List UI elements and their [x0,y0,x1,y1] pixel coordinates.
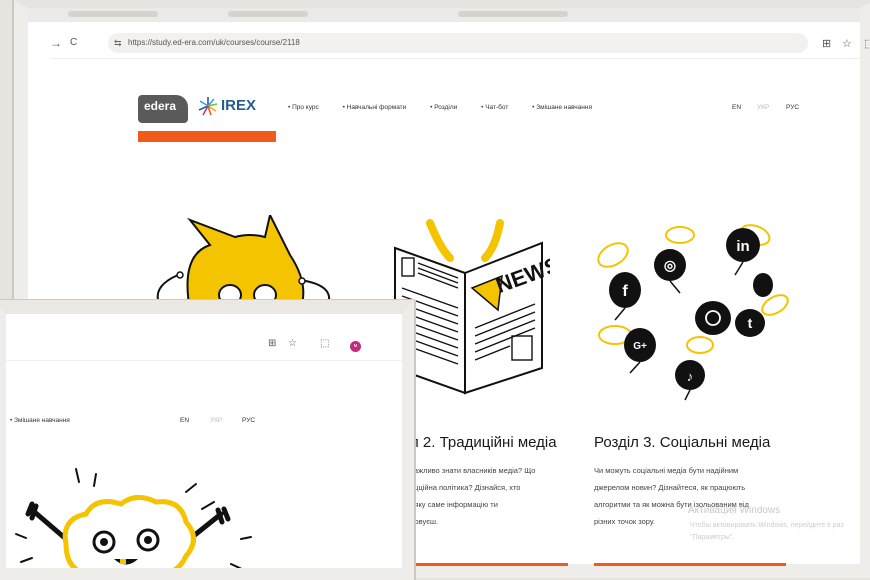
card-desc-line: ляку саме інформацію ти [410,500,498,509]
card-desc-line: Чи можуть соціальні медіа бути надійним [594,466,739,475]
windows-activation-line: "Параметры". [690,534,735,541]
lang-ukr[interactable]: УКР [757,104,769,111]
card-desc-traditional-media: важливо знати власників медіа? Що ацційн… [410,462,580,530]
edera-logo[interactable]: edera [138,95,188,123]
extensions-icon[interactable]: ⬚ [864,37,870,50]
nav-item-blended[interactable]: • Змішане навчання [10,417,70,424]
lang-en[interactable]: EN [732,104,741,111]
tiktok-icon: ♪ [687,369,694,384]
facebook-icon: f [622,283,628,300]
nav-item-chatbot[interactable]: Чат-бот [481,104,508,111]
lang-rus[interactable]: РУС [786,104,799,111]
windows-activation-text: Чтобы активировать Windows, перейдите в … [690,520,844,544]
card-desc-line: ловуєш. [410,517,439,526]
bookmark-star-icon[interactable]: ☆ [288,338,297,349]
windows-activation-line: Чтобы активировать Windows, перейдите в … [690,522,844,529]
nav-item-about[interactable]: Про курс [288,104,319,111]
brain-mascot-icon [15,468,252,568]
linkedin-icon: in [736,238,749,255]
bookmark-star-icon[interactable]: ☆ [842,37,852,50]
url-text: https://study.ed-era.com/uk/courses/cour… [128,38,300,47]
profile-avatar[interactable]: м [350,341,361,352]
translate-icon[interactable]: ⊞ [268,338,276,349]
irex-logo-text: IREX [221,96,257,114]
cat-mascot-icon [156,215,331,310]
translate-icon[interactable]: ⊞ [822,37,831,50]
tab-strip[interactable] [28,8,860,22]
card-button-bar[interactable] [410,563,568,566]
browser-window-front: ⊞ ☆ ⬚ м • Змішане навчання EN УКР РУС [0,300,414,580]
extensions-icon[interactable]: ⬚ [320,338,329,349]
card-button-bar[interactable] [594,563,786,566]
lang-rus[interactable]: РУС [242,417,255,424]
lang-ukr[interactable]: УКР [210,417,222,424]
card-desc-line: важливо знати власників медіа? Що [410,466,536,475]
main-nav: Про курс Навчальні формати Розділи Чат-б… [288,104,614,111]
nav-item-formats[interactable]: Навчальні формати [343,104,407,111]
social-media-bees-icon: f in G+ t ◎ ♪ [597,224,789,401]
lang-en[interactable]: EN [180,417,189,424]
forward-icon[interactable]: → [50,36,62,50]
card-desc-line: джерелом новин? Дізнайтеся, як працюють [594,483,746,492]
site-info-icon[interactable]: ⇆ [114,33,122,53]
google-plus-icon: G+ [633,341,647,352]
card-desc-line: ацційна політика? Дізнайся, хто [410,483,521,492]
newspaper-news-icon: NEWS [394,219,550,395]
tab[interactable] [228,11,308,17]
instagram-icon: ◎ [664,257,676,273]
card-title-social-media[interactable]: Розділ 3. Соціальні медіа [594,434,770,451]
nav-item-blended[interactable]: Змішане навчання [532,104,592,111]
card-title-traditional-media[interactable]: л 2. Традиційні медіа [410,434,557,451]
tab[interactable] [68,11,158,17]
twitter-icon: t [748,315,753,331]
nav-item-sections[interactable]: Розділи [430,104,457,111]
tab[interactable] [458,11,568,17]
front-toolbar: ⊞ ☆ ⬚ м [6,314,402,361]
address-toolbar: → C ⇆ https://study.ed-era.com/uk/course… [50,30,870,59]
address-bar[interactable]: ⇆ https://study.ed-era.com/uk/courses/co… [108,33,808,53]
irex-logo[interactable]: IREX [198,96,256,116]
accent-underline [138,131,276,142]
reload-icon[interactable]: C [70,37,77,48]
windows-activation-title: Активация Windows [688,505,781,516]
irex-burst-icon [198,97,218,116]
